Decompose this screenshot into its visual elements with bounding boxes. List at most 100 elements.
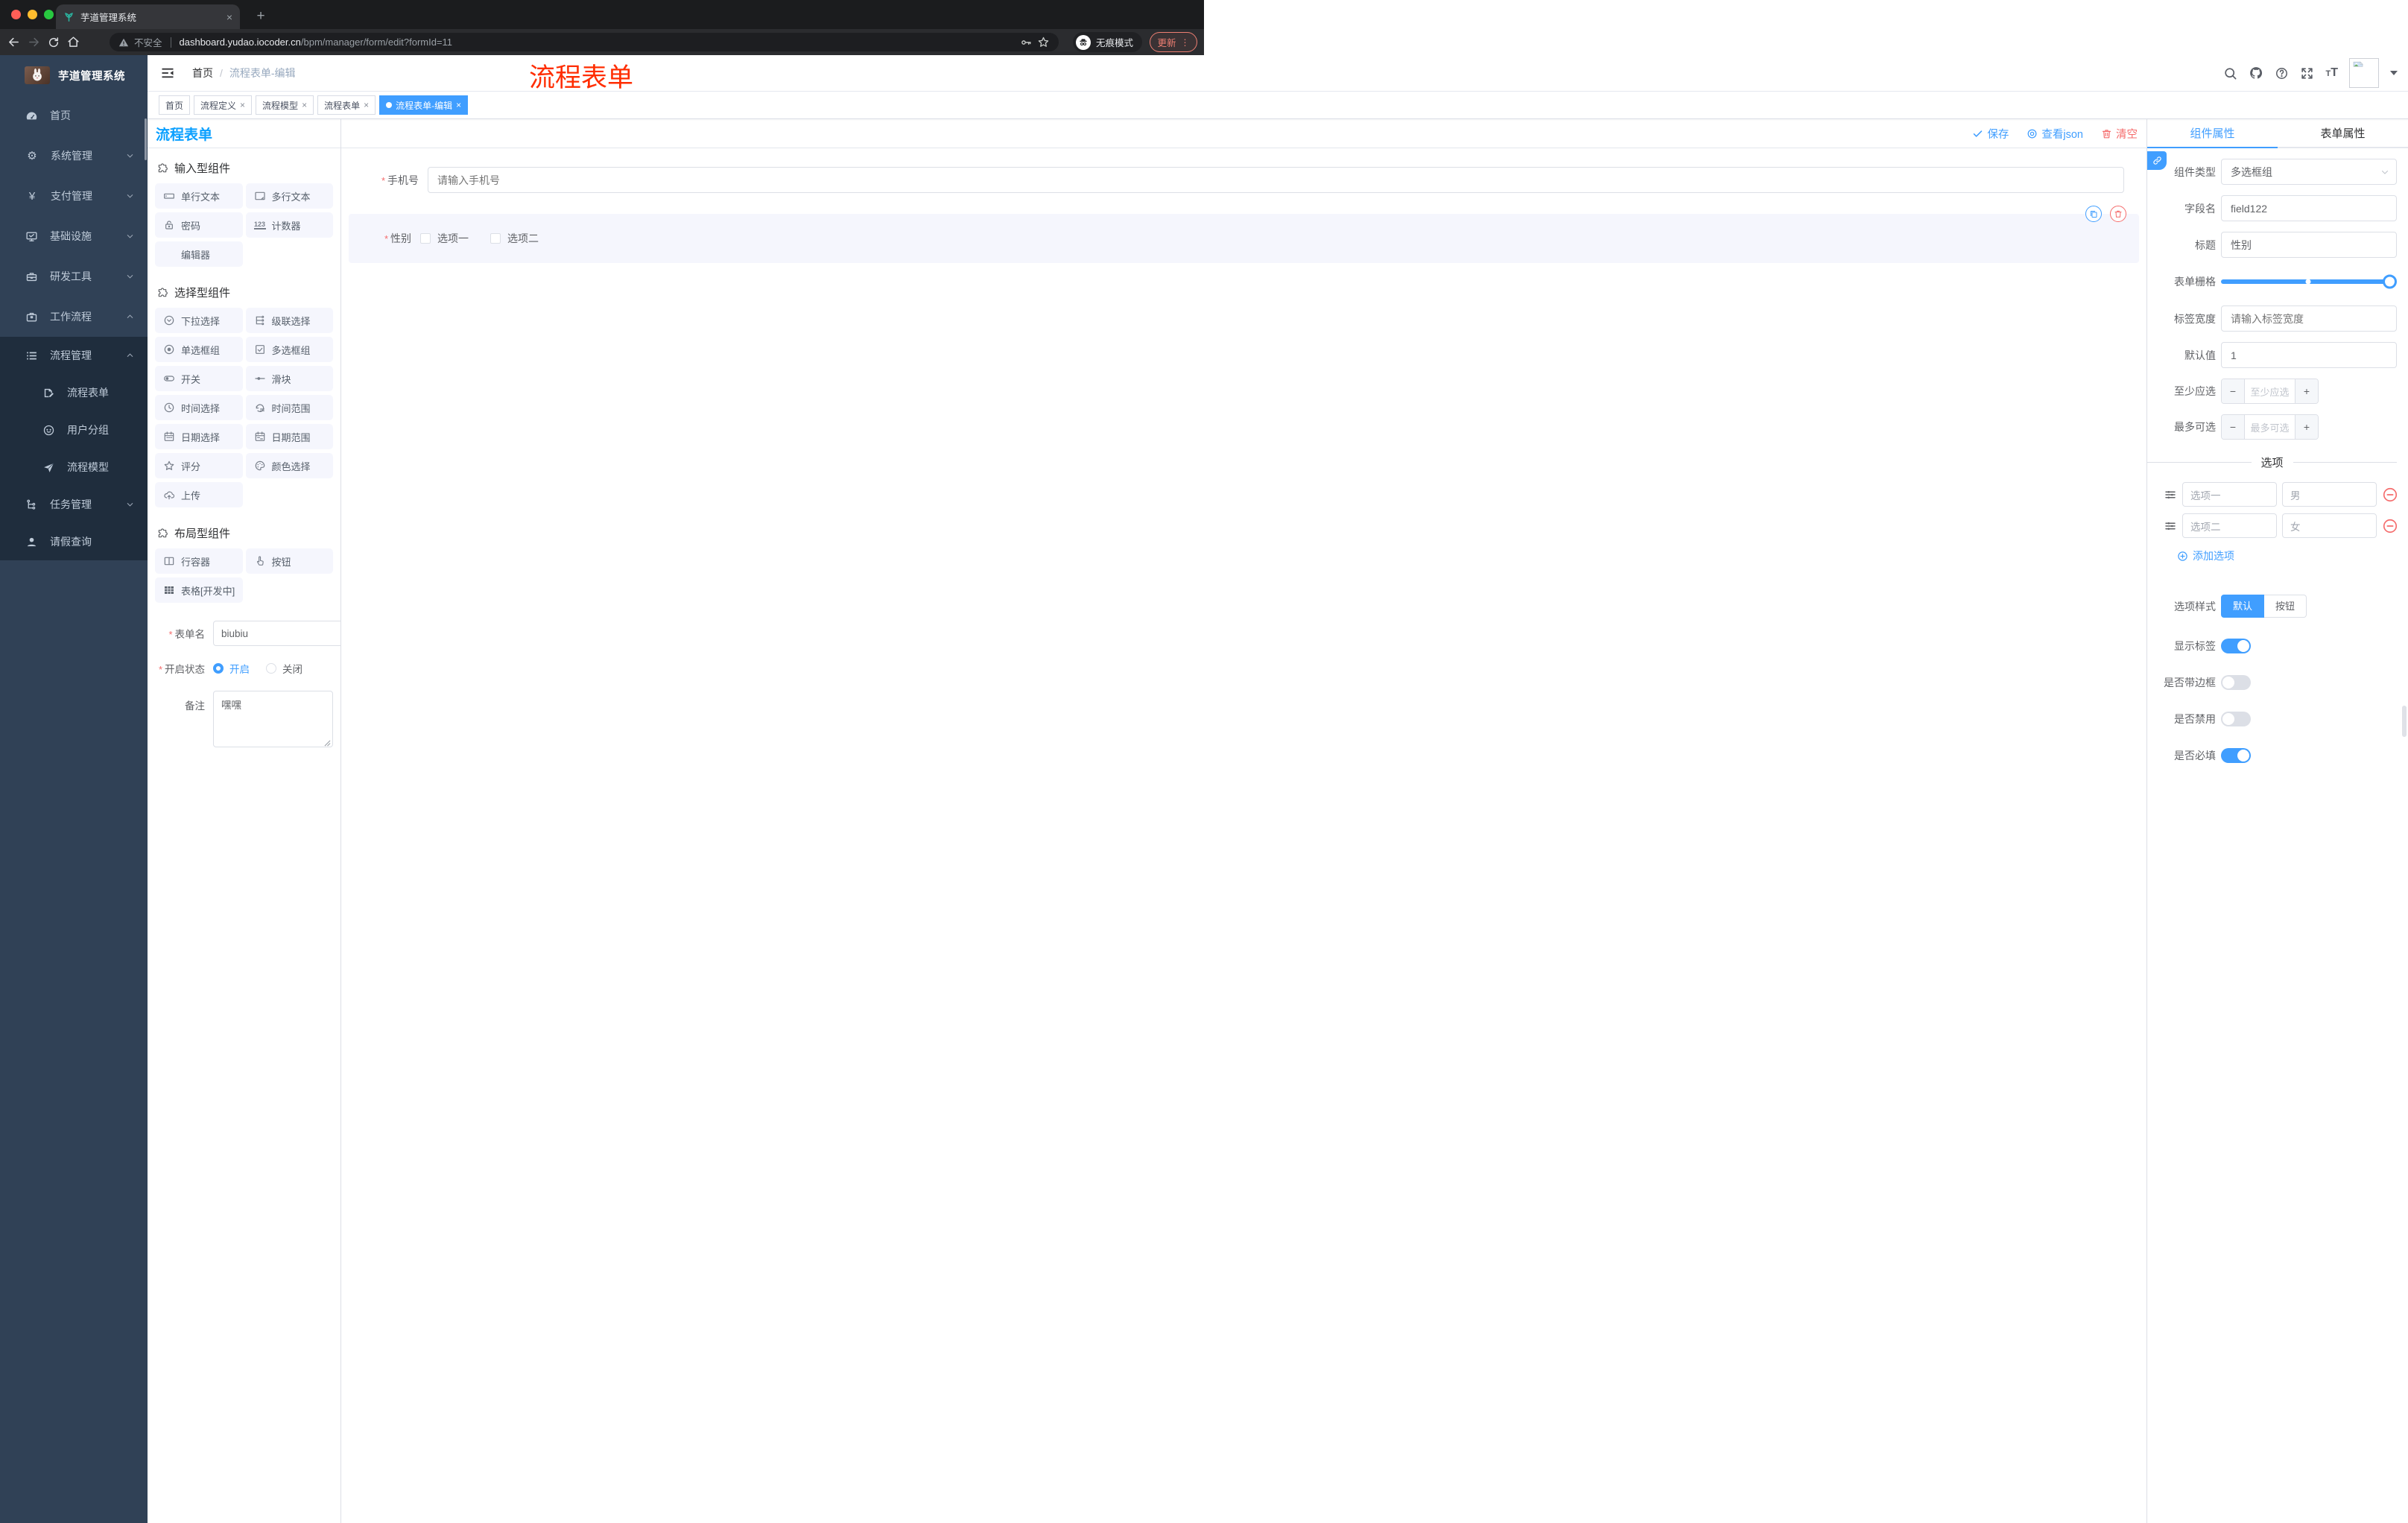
url-text[interactable]: dashboard.yudao.iocoder.cn/bpm/manager/f…: [180, 37, 1015, 48]
delete-component-button[interactable]: [2110, 206, 2126, 222]
status-on-radio[interactable]: [213, 663, 224, 674]
drag-handle-icon[interactable]: [2164, 488, 2177, 501]
option-label-input[interactable]: [2182, 482, 2277, 507]
browser-tab[interactable]: 芋道管理系统 ×: [56, 4, 240, 29]
new-tab-button[interactable]: +: [250, 6, 271, 27]
view-json-button[interactable]: 查看json: [2027, 126, 2083, 142]
panel-scrollbar[interactable]: [2402, 706, 2407, 737]
reload-icon[interactable]: [48, 37, 60, 48]
style-default-button[interactable]: 默认: [2221, 595, 2265, 618]
increase-button[interactable]: +: [2295, 415, 2318, 439]
option-value-input[interactable]: [2282, 482, 2377, 507]
sidebar-item-leave-query[interactable]: 请假查询: [0, 523, 148, 560]
tag-home[interactable]: 首页: [159, 95, 191, 115]
default-value-input[interactable]: [2221, 342, 2397, 368]
tag-process-form[interactable]: 流程表单 ×: [317, 95, 376, 115]
palette-item-textarea[interactable]: 多行文本: [245, 183, 333, 209]
phone-input[interactable]: [428, 167, 2124, 193]
update-button[interactable]: 更新 ⋮: [1150, 32, 1197, 52]
sidebar-item-user-group[interactable]: 用户分组: [0, 411, 148, 449]
decrease-button[interactable]: −: [2222, 415, 2245, 439]
palette-item-checkbox-group[interactable]: 多选框组: [245, 337, 333, 362]
forward-icon[interactable]: [28, 36, 40, 48]
avatar[interactable]: [2349, 58, 2379, 88]
resize-grip[interactable]: [324, 740, 331, 747]
tab-close-icon[interactable]: ×: [226, 11, 232, 23]
palette-item-editor[interactable]: 编辑器: [155, 241, 243, 267]
sidebar-item-process-model[interactable]: 流程模型: [0, 449, 148, 486]
label-width-input[interactable]: [2221, 305, 2397, 332]
sidebar-item-workflow[interactable]: 工作流程: [0, 297, 148, 337]
title-input[interactable]: [2221, 232, 2397, 258]
slider-handle[interactable]: [2383, 274, 2397, 288]
add-option-button[interactable]: 添加选项: [2177, 548, 2397, 563]
status-on-label[interactable]: 开启: [229, 661, 250, 676]
min-select-value[interactable]: 至少应选: [2245, 379, 2295, 403]
sidebar-item-payment[interactable]: ¥ 支付管理: [0, 176, 148, 216]
fullscreen-icon[interactable]: [2300, 66, 2314, 80]
selected-gender-field[interactable]: * 性别 选项一 选项二: [349, 206, 2139, 263]
clear-button[interactable]: 清空: [2101, 126, 2138, 142]
palette-item-select[interactable]: 下拉选择: [155, 308, 243, 333]
form-grid-slider[interactable]: [2221, 274, 2397, 288]
caret-down-icon[interactable]: [2390, 71, 2398, 79]
tab-component-props[interactable]: 组件属性: [2147, 119, 2278, 147]
component-type-select[interactable]: 多选框组: [2221, 159, 2397, 185]
drag-handle-icon[interactable]: [2164, 519, 2177, 533]
remove-option-icon[interactable]: [2382, 487, 2398, 503]
tag-process-definition[interactable]: 流程定义 ×: [194, 95, 253, 115]
checkbox[interactable]: [420, 233, 431, 244]
style-button-button[interactable]: 按钮: [2264, 595, 2307, 618]
tag-close-icon[interactable]: ×: [240, 100, 245, 110]
gender-option-1[interactable]: 选项一: [420, 231, 469, 246]
palette-item-table[interactable]: 表格[开发中]: [155, 577, 243, 603]
palette-item-password[interactable]: 密码: [155, 212, 243, 238]
window-close-button[interactable]: [11, 10, 21, 19]
required-toggle[interactable]: [2221, 748, 2251, 763]
palette-item-switch[interactable]: 开关: [155, 366, 243, 391]
remove-option-icon[interactable]: [2382, 518, 2398, 534]
window-zoom-button[interactable]: [44, 10, 54, 19]
sidebar-item-process-form[interactable]: 流程表单: [0, 374, 148, 411]
tag-process-form-edit[interactable]: 流程表单-编辑 ×: [379, 95, 469, 115]
sidebar-item-home[interactable]: 首页: [0, 95, 148, 136]
palette-item-date-range[interactable]: 日期范围: [245, 424, 333, 449]
github-icon[interactable]: [2249, 66, 2263, 80]
font-size-icon[interactable]: TT: [2325, 66, 2338, 80]
status-off-label[interactable]: 关闭: [282, 661, 302, 676]
window-minimize-button[interactable]: [28, 10, 37, 19]
sidebar-item-infra[interactable]: 基础设施: [0, 216, 148, 256]
tag-close-icon[interactable]: ×: [456, 100, 461, 110]
border-toggle[interactable]: [2221, 675, 2251, 690]
disabled-toggle[interactable]: [2221, 712, 2251, 726]
increase-button[interactable]: +: [2295, 379, 2318, 403]
sidebar-item-system[interactable]: ⚙ 系统管理: [0, 136, 148, 176]
search-icon[interactable]: [2223, 66, 2237, 80]
back-icon[interactable]: [7, 36, 20, 48]
copy-component-button[interactable]: [2085, 206, 2102, 222]
sidebar-item-devtools[interactable]: 研发工具: [0, 256, 148, 297]
tab-form-props[interactable]: 表单属性: [2278, 119, 2408, 147]
palette-item-time-picker[interactable]: 时间选择: [155, 395, 243, 420]
palette-item-time-range[interactable]: 时间范围: [245, 395, 333, 420]
url-bar[interactable]: 不安全 dashboard.yudao.iocoder.cn/bpm/manag…: [110, 33, 1059, 51]
form-name-input[interactable]: [213, 621, 340, 646]
home-icon[interactable]: [67, 36, 80, 48]
palette-item-button[interactable]: 按钮: [245, 548, 333, 574]
palette-item-counter[interactable]: 123 计数器: [245, 212, 333, 238]
save-button[interactable]: 保存: [1972, 126, 2009, 142]
palette-item-radio-group[interactable]: 单选框组: [155, 337, 243, 362]
tag-process-model[interactable]: 流程模型 ×: [256, 95, 314, 115]
palette-item-single-text[interactable]: 单行文本: [155, 183, 243, 209]
option-label-input[interactable]: [2182, 513, 2277, 538]
field-name-input[interactable]: [2221, 195, 2397, 221]
sidebar-item-task-mgmt[interactable]: 任务管理: [0, 486, 148, 523]
option-value-input[interactable]: [2282, 513, 2377, 538]
palette-item-rate[interactable]: 评分: [155, 453, 243, 478]
checkbox[interactable]: [490, 233, 501, 244]
palette-item-color-picker[interactable]: 颜色选择: [245, 453, 333, 478]
tag-close-icon[interactable]: ×: [302, 100, 307, 110]
window-controls[interactable]: [11, 10, 54, 19]
security-label[interactable]: 不安全: [134, 35, 162, 49]
browser-menu-icon[interactable]: ⋮: [1181, 37, 1190, 48]
